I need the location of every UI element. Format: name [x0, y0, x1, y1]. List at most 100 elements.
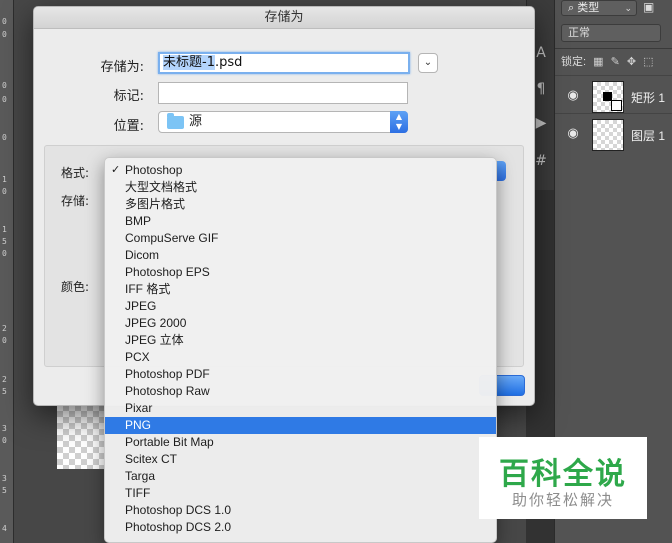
format-option-highlighted[interactable]: PNG	[105, 417, 496, 434]
filename-selected-text: 未标题-1	[163, 55, 215, 70]
lock-transparency-icon[interactable]: ▦	[593, 56, 603, 68]
format-option-label: Pixar	[125, 401, 153, 415]
format-option-label: BMP	[125, 214, 152, 228]
format-option-label: Portable Bit Map	[125, 435, 214, 449]
format-option[interactable]: BMP	[105, 213, 496, 230]
format-option-label: Scitex CT	[125, 452, 178, 466]
divider	[555, 48, 672, 49]
filename-input[interactable]: 未标题-1.psd	[158, 52, 410, 74]
format-dropdown-menu: ✓ Photoshop 大型文档格式 多图片格式 BMP CompuServe G…	[104, 157, 497, 543]
format-option-label: Photoshop	[125, 163, 183, 177]
tags-input[interactable]	[158, 82, 408, 104]
ruler-tick: 5	[2, 486, 7, 495]
ruler-tick: 0	[2, 17, 7, 26]
format-option-label: Targa	[125, 469, 156, 483]
lock-artboard-icon[interactable]: ⬚	[643, 56, 653, 68]
format-option[interactable]: Photoshop DCS 1.0	[105, 502, 496, 519]
format-option[interactable]: CompuServe GIF	[105, 230, 496, 247]
format-option-label: 大型文档格式	[125, 180, 198, 194]
ruler-tick: 3	[2, 424, 7, 433]
ruler-tick: 1	[2, 175, 7, 184]
chevron-down-icon: ⌄	[423, 57, 433, 68]
layer-row[interactable]: ◉ 矩形 1	[555, 75, 672, 117]
format-option[interactable]: PCX	[105, 349, 496, 366]
folder-icon	[167, 113, 184, 129]
format-option[interactable]: ✓ Photoshop	[105, 162, 496, 179]
blend-mode-dropdown[interactable]: 正常	[561, 24, 661, 42]
ruler-tick: 5	[2, 237, 7, 246]
ruler-tick: 0	[2, 133, 7, 142]
format-option[interactable]: Portable Bit Map	[105, 434, 496, 451]
format-option-label: JPEG 2000	[125, 316, 187, 330]
lock-row: 锁定: ▦ ✎ ✥ ⬚	[561, 54, 654, 70]
format-option[interactable]: JPEG 立体	[105, 332, 496, 349]
ruler-tick: 0	[2, 187, 7, 196]
format-option[interactable]: JPEG 2000	[105, 315, 496, 332]
format-option-label: CompuServe GIF	[125, 231, 219, 245]
layer-name: 矩形 1	[631, 91, 666, 105]
format-label: 格式:	[61, 166, 90, 180]
search-icon: ⌕	[568, 2, 575, 14]
layer-filter-label: 类型	[577, 2, 600, 14]
format-option[interactable]: Photoshop PDF	[105, 366, 496, 383]
lock-label: 锁定:	[561, 56, 587, 68]
ruler-tick: 2	[2, 375, 7, 384]
format-option[interactable]: 多图片格式	[105, 196, 496, 213]
ruler-tick: 2	[2, 324, 7, 333]
ruler-tick: 0	[2, 81, 7, 90]
expand-dialog-button[interactable]: ⌄	[418, 53, 438, 73]
layer-row[interactable]: ◉ 图层 1	[555, 113, 672, 155]
format-option[interactable]: Pixar	[105, 400, 496, 417]
format-option-label: Photoshop DCS 1.0	[125, 503, 232, 517]
format-option[interactable]: Photoshop EPS	[105, 264, 496, 281]
ruler-tick: 0	[2, 249, 7, 258]
format-option-label: 多图片格式	[125, 197, 186, 211]
format-option[interactable]: TIFF	[105, 485, 496, 502]
location-value: 源	[189, 114, 203, 129]
ruler-tick: 0	[2, 436, 7, 445]
ruler-tick: 3	[2, 474, 7, 483]
format-option[interactable]: Photoshop DCS 2.0	[105, 519, 496, 536]
lock-move-icon[interactable]: ✥	[627, 56, 636, 68]
lock-brush-icon[interactable]: ✎	[611, 56, 620, 68]
watermark-logo: 百科全说 助你轻松解决	[479, 437, 647, 519]
format-option-label: Photoshop PDF	[125, 367, 210, 381]
ruler-tick: 1	[2, 225, 7, 234]
layer-filter-dropdown[interactable]: ⌕ 类型 ⌄	[561, 0, 637, 16]
format-option[interactable]: Scitex CT	[105, 451, 496, 468]
location-label: 位置:	[113, 119, 144, 134]
layer-thumbnail	[592, 119, 624, 151]
layer-thumbnail	[592, 81, 624, 113]
format-option-label: JPEG	[125, 299, 157, 313]
vertical-ruler: 0 0 0 0 0 1 0 1 5 0 2 0 2 5 3 0 3 5 4	[0, 0, 14, 543]
format-option[interactable]: JPEG	[105, 298, 496, 315]
watermark-title: 百科全说	[499, 457, 627, 492]
format-option[interactable]: IFF 格式	[105, 281, 496, 298]
ruler-tick: 5	[2, 387, 7, 396]
format-option[interactable]: 大型文档格式	[105, 179, 496, 196]
updown-arrows-icon: ▲ ▼	[390, 111, 408, 133]
image-filter-icon[interactable]: ▣	[643, 0, 654, 14]
eye-icon[interactable]: ◉	[565, 126, 581, 140]
format-option[interactable]: Photoshop Raw	[105, 383, 496, 400]
format-option-label: PNG	[125, 418, 152, 432]
format-option-label: IFF 格式	[125, 282, 171, 296]
format-option-label: JPEG 立体	[125, 333, 184, 347]
checkmark-icon: ✓	[111, 164, 121, 176]
location-dropdown[interactable]: 源 ▲ ▼	[158, 111, 408, 133]
tags-label: 标记:	[113, 89, 144, 104]
format-option-label: Photoshop EPS	[125, 265, 210, 279]
format-option[interactable]: Targa	[105, 468, 496, 485]
format-option-label: TIFF	[125, 486, 151, 500]
format-option-label: Dicom	[125, 248, 160, 262]
filename-extension: .psd	[214, 55, 243, 70]
eye-icon[interactable]: ◉	[565, 88, 581, 102]
shape-layer-badge-icon	[611, 100, 622, 111]
watermark-subtitle: 助你轻松解决	[511, 491, 614, 509]
ruler-tick: 0	[2, 30, 7, 39]
color-label: 颜色:	[61, 280, 90, 294]
transparent-canvas	[57, 405, 105, 469]
format-option[interactable]: Dicom	[105, 247, 496, 264]
ruler-tick: 0	[2, 95, 7, 104]
chevron-down-icon: ⌄	[624, 3, 632, 13]
